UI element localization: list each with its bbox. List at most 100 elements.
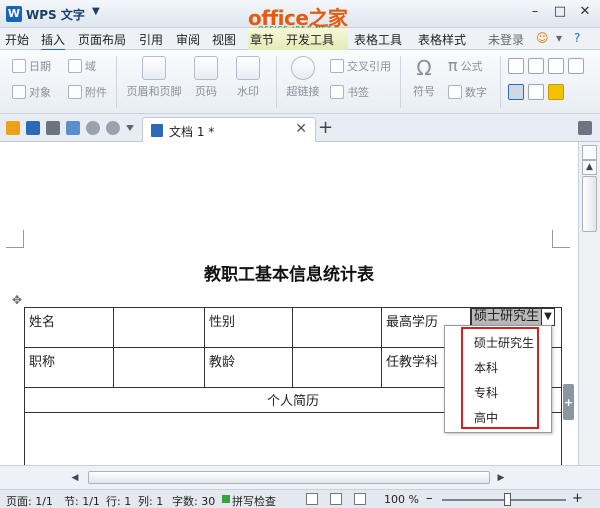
display-options-icon[interactable] [578,121,592,135]
help-icon[interactable]: ? [574,31,580,45]
zoom-in-button[interactable]: + [572,491,583,506]
tab-review[interactable]: 审阅 [176,31,200,48]
dropdown-option[interactable]: 专科 [474,384,498,401]
spellcheck-toggle[interactable]: 拼写检查 [232,493,276,508]
watermark-button[interactable]: 水印 [230,56,266,99]
teaching-years-value-cell[interactable] [292,347,382,388]
watermark-icon [236,56,260,80]
vertical-scrollbar[interactable]: ▲ [578,142,600,465]
table-cell[interactable]: 职称 [24,347,114,388]
attachment-button[interactable]: 附件 [68,84,107,100]
page-number-button[interactable]: 页码 [188,56,224,99]
tab-page-layout[interactable]: 页面布局 [78,31,126,48]
object-button[interactable]: 对象 [12,84,51,100]
app-menu-chevron-icon[interactable]: ▼ [92,6,100,17]
web-view-button-icon[interactable] [354,493,366,505]
spellcheck-icon [222,495,230,503]
tab-table-style[interactable]: 表格样式 [418,31,466,48]
protect-form-lock-icon[interactable] [548,84,564,100]
document-tab[interactable]: 文档 1 * ✕ [142,117,316,142]
scroll-left-icon[interactable]: ◀ [68,471,82,485]
bookmark-icon [330,85,344,99]
symbol-button[interactable]: Ω 符号 [406,56,442,99]
page-view-button-icon[interactable] [306,493,318,505]
login-link[interactable]: 未登录 [488,31,524,48]
vertical-scroll-thumb[interactable] [582,176,597,232]
field-shading-icon[interactable] [508,84,524,100]
dropdown-option[interactable]: 硕士研究生 [474,334,534,351]
form-settings-icon[interactable] [568,58,584,74]
zoom-out-button[interactable]: – [426,491,433,506]
textbox-form-icon[interactable] [508,58,524,74]
watermark-label: 水印 [237,85,259,98]
header-footer-icon [142,56,166,80]
date-button[interactable]: 日期 [12,58,51,74]
minimize-button[interactable]: – [524,4,546,19]
wordcount-status[interactable]: 字数: 30 [172,493,215,508]
hyperlink-button[interactable]: 超链接 [282,56,324,99]
skin-icon[interactable]: ☺ [536,31,549,45]
close-button[interactable]: ✕ [574,4,596,19]
name-value-cell[interactable] [113,307,205,348]
print-icon[interactable] [46,121,60,135]
tab-section[interactable]: 章节 [250,31,274,48]
tab-home[interactable]: 开始 [5,31,29,48]
close-tab-icon[interactable]: ✕ [295,121,307,137]
print-preview-icon[interactable] [66,121,80,135]
ribbon-separator [500,56,501,108]
header-footer-button[interactable]: 页眉和页脚 [124,56,184,99]
object-label: 对象 [29,86,51,99]
horizontal-scrollbar[interactable]: ◀ ▶ [0,465,600,489]
page-view-icon[interactable] [582,145,597,160]
dropdown-arrow-icon[interactable]: ▼ [542,308,556,326]
dropdown-option[interactable]: 高中 [474,409,498,426]
reset-form-icon[interactable] [528,84,544,100]
scroll-up-icon[interactable]: ▲ [582,160,597,175]
field-button[interactable]: 域 [68,58,96,74]
tab-insert[interactable]: 插入 [41,31,66,51]
dropdown-form-icon[interactable] [548,58,564,74]
tab-references[interactable]: 引用 [139,31,163,48]
add-column-handle[interactable]: + [563,384,574,420]
zoom-level[interactable]: 100 % [384,493,419,506]
field-icon [68,59,82,73]
title-value-cell[interactable] [113,347,205,388]
gender-value-cell[interactable] [292,307,382,348]
wps-logo-icon[interactable]: W [6,6,22,22]
restore-button[interactable]: □ [549,4,571,19]
page-number-icon [194,56,218,80]
app-title[interactable]: WPS 文字 [26,6,85,23]
title-label: 职称 [29,355,56,370]
education-dropdown-field[interactable]: 硕士研究生 [471,308,543,326]
omega-icon: Ω [416,56,432,80]
checkbox-form-icon[interactable] [528,58,544,74]
ribbon-separator [116,56,117,108]
pin-icon[interactable]: ▾ [556,31,562,45]
number-button[interactable]: 数字 [448,84,487,100]
scroll-right-icon[interactable]: ▶ [494,471,508,485]
table-cell[interactable]: 性别 [204,307,293,348]
undo-icon[interactable] [86,121,100,135]
document-canvas[interactable]: 教职工基本信息统计表 ✥ 姓名 性别 最高学历 硕士研究生 ▼ 职称 教龄 任教学… [0,142,578,465]
table-cell[interactable]: 姓名 [24,307,114,348]
zoom-slider-thumb[interactable] [503,493,511,506]
formula-button[interactable]: π 公式 [448,56,483,75]
new-tab-button[interactable]: + [318,117,333,138]
cross-reference-button[interactable]: 交叉引用 [330,58,391,74]
open-folder-icon[interactable] [6,121,20,135]
outline-view-button-icon[interactable] [330,493,342,505]
horizontal-scroll-thumb[interactable] [88,471,490,484]
page-status[interactable]: 页面: 1/1 [6,493,53,508]
tab-table-tools[interactable]: 表格工具 [354,31,402,48]
dropdown-option[interactable]: 本科 [474,359,498,376]
bookmark-button[interactable]: 书签 [330,84,369,100]
tab-view[interactable]: 视图 [212,31,236,48]
tab-developer[interactable]: 开发工具 [286,31,334,48]
redo-icon[interactable] [106,121,120,135]
section-status[interactable]: 节: 1/1 [64,493,100,508]
menu-bar: 开始 插入 页面布局 引用 审阅 视图 章节 开发工具 表格工具 表格样式 未登… [0,28,600,51]
save-icon[interactable] [26,121,40,135]
table-cell[interactable]: 教龄 [204,347,293,388]
table-move-handle-icon[interactable]: ✥ [12,294,25,307]
customize-chevron-icon[interactable] [126,125,134,131]
